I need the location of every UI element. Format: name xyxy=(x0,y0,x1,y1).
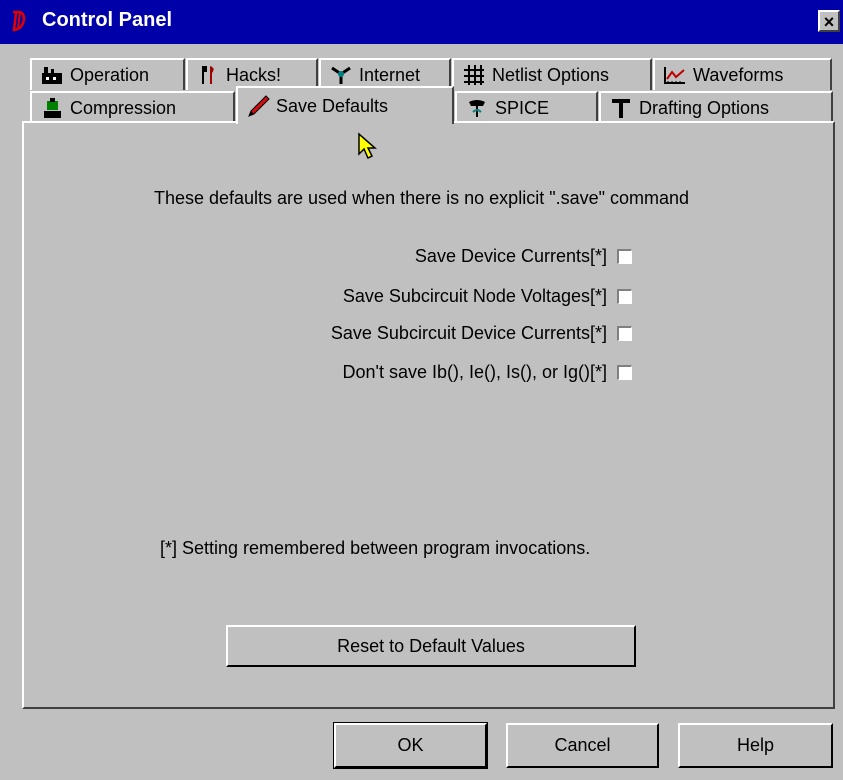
option-label: Save Subcircuit Device Currents[*] xyxy=(330,323,607,343)
tab-label: Netlist Options xyxy=(492,64,610,85)
tab-label: Save Defaults xyxy=(276,95,389,116)
network-icon xyxy=(329,63,353,87)
close-button[interactable]: × xyxy=(818,10,840,32)
wrench-icon xyxy=(196,63,220,87)
button-label: Cancel xyxy=(554,735,611,755)
tab-waveforms[interactable]: Waveforms xyxy=(653,58,832,90)
button-label: OK xyxy=(397,735,424,755)
option-save-subcircuit-device-currents[interactable]: Save Subcircuit Device Currents[*] xyxy=(331,323,632,344)
tab-save-defaults[interactable]: Save Defaults xyxy=(236,86,454,124)
option-save-subcircuit-node-voltages[interactable]: Save Subcircuit Node Voltages[*] xyxy=(343,286,632,307)
option-label: Save Subcircuit Node Voltages[*] xyxy=(342,286,607,306)
tab-label: Operation xyxy=(70,64,150,85)
option-save-device-currents[interactable]: Save Device Currents[*] xyxy=(415,246,632,267)
factory-icon xyxy=(40,63,64,87)
app-logo-icon xyxy=(12,10,26,32)
pencil-icon xyxy=(246,94,270,118)
tab-netlist-options[interactable]: Netlist Options xyxy=(452,58,652,90)
active-tab-join xyxy=(238,120,452,124)
reset-defaults-button[interactable]: Reset to Default Values xyxy=(226,625,636,667)
tab-label: Waveforms xyxy=(693,64,784,85)
tab-label: Drafting Options xyxy=(639,97,770,118)
tab-label: Hacks! xyxy=(226,64,282,85)
compress-icon xyxy=(40,96,64,120)
option-label: Don't save Ib(), Ie(), Is(), or Ig()[*] xyxy=(342,362,608,382)
intro-text: These defaults are used when there is no… xyxy=(153,188,690,208)
option-label: Save Device Currents[*] xyxy=(414,246,607,266)
ok-button[interactable]: OK xyxy=(333,722,488,769)
grid-icon xyxy=(462,63,486,87)
checkbox[interactable] xyxy=(617,289,632,304)
tab-panel xyxy=(22,121,835,709)
button-label: Help xyxy=(736,735,775,755)
tab-label: SPICE xyxy=(495,97,550,118)
spice-icon xyxy=(465,96,489,120)
mouse-cursor-icon xyxy=(358,132,377,160)
tab-label: Internet xyxy=(359,64,421,85)
window-title: Control Panel xyxy=(42,9,173,31)
button-label: Reset to Default Values xyxy=(337,635,525,656)
title-bar: Control Panel × xyxy=(0,0,843,44)
t-square-icon xyxy=(609,96,633,120)
checkbox[interactable] xyxy=(617,326,632,341)
tab-drafting-options[interactable]: Drafting Options xyxy=(599,91,833,123)
tab-compression[interactable]: Compression xyxy=(30,91,235,123)
cancel-button[interactable]: Cancel xyxy=(506,723,659,768)
option-dont-save-currents[interactable]: Don't save Ib(), Ie(), Is(), or Ig()[*] xyxy=(342,362,632,383)
tab-operation[interactable]: Operation xyxy=(30,58,185,90)
checkbox[interactable] xyxy=(617,365,632,380)
tab-spice[interactable]: SPICE xyxy=(455,91,598,123)
waveform-icon xyxy=(663,63,687,87)
help-button[interactable]: Help xyxy=(678,723,833,768)
footnote-text: [*] Setting remembered between program i… xyxy=(160,538,591,558)
tab-label: Compression xyxy=(70,97,177,118)
checkbox[interactable] xyxy=(617,249,632,264)
